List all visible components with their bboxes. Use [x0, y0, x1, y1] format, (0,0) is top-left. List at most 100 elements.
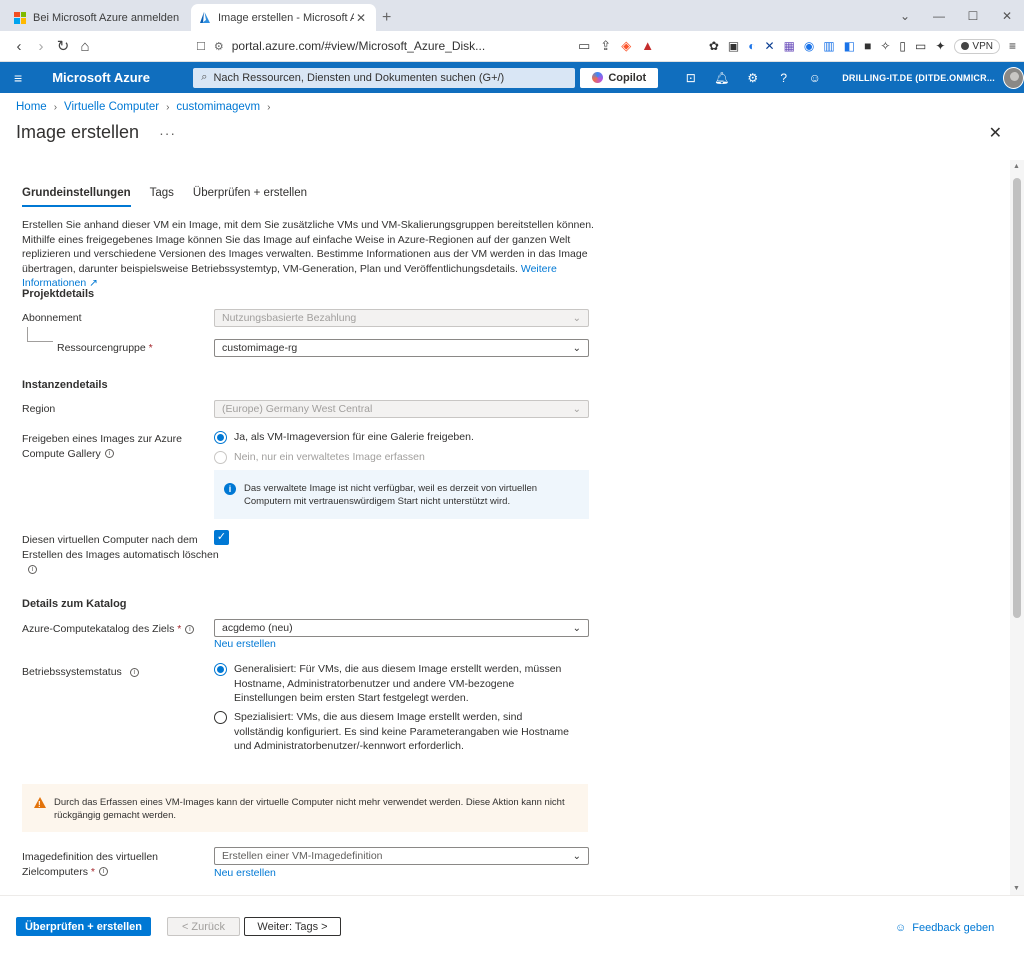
azure-brand[interactable]: Microsoft Azure [36, 70, 193, 85]
subscription-label: Abonnement [22, 312, 82, 324]
tab-list-icon[interactable]: ⌄ [888, 9, 922, 23]
new-tab-icon[interactable]: + [382, 9, 391, 27]
extension-icon[interactable]: ✿ [709, 39, 719, 53]
feedback-link[interactable]: ☺ Feedback geben [895, 922, 994, 934]
azure-top-bar: ≡ Microsoft Azure ⌕ Nach Ressourcen, Die… [0, 62, 1024, 93]
extension-icon[interactable]: ▥ [823, 39, 834, 53]
breadcrumb-virtual-machines[interactable]: Virtuelle Computer [64, 101, 159, 113]
title-row: Image erstellen ··· [16, 122, 176, 143]
breadcrumb-vm[interactable]: customimagevm [176, 101, 260, 113]
brave-shield-icon[interactable]: ◈ [621, 38, 631, 54]
tab-tags[interactable]: Tags [150, 187, 174, 207]
sidebar-icon[interactable]: ▯ [899, 39, 906, 53]
more-options-icon[interactable]: ··· [159, 125, 176, 141]
extension-icon[interactable]: ▦ [784, 39, 795, 53]
url-field[interactable]: ☐ ⚙ portal.azure.com/#view/Microsoft_Azu… [196, 34, 566, 58]
help-icon[interactable]: ? [768, 71, 799, 85]
settings-icon[interactable]: ⚙ [737, 71, 768, 85]
site-info-icon[interactable]: ⚙ [214, 40, 224, 53]
lock-icon[interactable]: ■ [864, 39, 871, 53]
feedback-icon[interactable]: ☺ [799, 71, 830, 85]
chevron-down-icon: ⌄ [572, 622, 581, 634]
radio-unselected[interactable] [214, 711, 227, 724]
search-icon: ⌕ [201, 71, 208, 83]
header-icons: ⊡ 🔔︎ ⚙ ? ☺ [675, 71, 830, 85]
info-icon[interactable]: i [98, 867, 108, 877]
chevron-right-icon: › [267, 101, 271, 113]
image-definition-label: Imagedefinition des virtuellen Zielcompu… [22, 851, 158, 878]
wallet-icon[interactable]: ▭ [915, 39, 926, 53]
cloud-shell-icon[interactable]: ⊡ [675, 71, 706, 85]
share-icon[interactable]: ⇪ [600, 38, 611, 54]
account-directory[interactable]: DRILLING-IT.DE (DITDE.ONMICR... [842, 73, 995, 83]
minimize-icon[interactable]: — [922, 9, 956, 23]
managed-image-info: i Das verwaltete Image ist nicht verfügb… [214, 470, 589, 519]
home-icon[interactable]: ⌂ [74, 38, 96, 55]
rewards-icon[interactable]: ▲ [641, 38, 654, 54]
chevron-down-icon: ⌄ [572, 850, 581, 862]
resource-group-dropdown[interactable]: customimage-rg ⌄ [214, 339, 589, 357]
share-option-no: Nein, nur ein verwaltetes Image erfassen [214, 450, 425, 465]
radio-selected[interactable] [214, 663, 227, 676]
notifications-icon[interactable]: 🔔︎ [706, 71, 737, 85]
share-option-yes[interactable]: Ja, als VM-Imageversion für eine Galerie… [214, 430, 474, 445]
tab-title: Bei Microsoft Azure anmelden [33, 11, 180, 24]
gallery-dropdown[interactable]: acgdemo (neu) ⌄ [214, 619, 589, 637]
avatar[interactable] [1002, 66, 1024, 89]
global-search-input[interactable]: ⌕ Nach Ressourcen, Diensten und Dokument… [193, 67, 576, 88]
microsoft-logo-icon [14, 11, 26, 24]
next-tags-button[interactable]: Weiter: Tags > [244, 917, 341, 936]
vertical-scrollbar[interactable]: ▲ ▼ [1010, 160, 1024, 895]
window-controls: ⌄ — ☐ ✕ [888, 0, 1024, 31]
back-icon[interactable]: ‹ [8, 38, 30, 55]
os-state-specialized[interactable]: Spezialisiert: VMs, die aus diesem Image… [214, 710, 574, 754]
extension-icon[interactable]: ◧ [844, 39, 855, 53]
forward-icon[interactable]: › [30, 38, 52, 55]
portal-menu-icon[interactable]: ≡ [0, 70, 36, 86]
image-definition-create-new-link[interactable]: Neu erstellen [214, 867, 276, 879]
browser-tab-image-create[interactable]: Image erstellen - Microsoft Azure ✕ [191, 4, 376, 31]
address-bar: ‹ › ↻ ⌂ ☐ ⚙ portal.azure.com/#view/Micro… [0, 31, 1024, 62]
scroll-up-icon[interactable]: ▲ [1013, 163, 1020, 170]
vpn-button[interactable]: VPN [954, 38, 1000, 54]
blade-content: Grundeinstellungen Tags Überprüfen + ers… [0, 160, 1010, 895]
bookmark-icon[interactable]: ☐ [196, 40, 206, 53]
radio-selected[interactable] [214, 431, 227, 444]
tab-basics[interactable]: Grundeinstellungen [22, 187, 131, 207]
maximize-icon[interactable]: ☐ [956, 9, 990, 23]
info-icon[interactable]: i [104, 449, 114, 459]
info-icon[interactable]: i [185, 624, 195, 634]
reload-icon[interactable]: ↻ [52, 37, 74, 55]
scroll-thumb[interactable] [1013, 178, 1021, 618]
region-label: Region [22, 403, 56, 415]
close-tab-icon[interactable]: ✕ [354, 11, 368, 25]
info-icon[interactable]: i [129, 667, 139, 677]
leo-icon[interactable]: ✦ [935, 39, 945, 53]
gallery-create-new-link[interactable]: Neu erstellen [214, 638, 276, 650]
gallery-label: Azure-Computekatalog des Ziels * i [22, 622, 195, 637]
extension-icon[interactable]: ▣ [728, 39, 739, 53]
cast-icon[interactable]: ▭ [578, 38, 590, 54]
resource-group-label: Ressourcengruppe * [57, 342, 153, 354]
browser-tab-signin[interactable]: Bei Microsoft Azure anmelden [6, 4, 191, 31]
image-definition-dropdown[interactable]: Erstellen einer VM-Imagedefinition ⌄ [214, 847, 589, 865]
auto-delete-checkbox[interactable]: ✓ [214, 530, 229, 545]
close-blade-icon[interactable]: ✕ [989, 123, 1002, 143]
info-icon[interactable]: i [28, 564, 37, 574]
os-state-generalized[interactable]: Generalisiert: Für VMs, die aus diesem I… [214, 662, 574, 706]
extension-icon[interactable]: ◐ [748, 39, 755, 53]
extension-icon[interactable]: ✕ [765, 39, 775, 53]
azure-logo-icon [199, 11, 211, 24]
breadcrumb-home[interactable]: Home [16, 101, 47, 113]
puzzle-icon[interactable]: ✧ [880, 39, 890, 53]
chevron-right-icon: › [53, 101, 58, 113]
scroll-down-icon[interactable]: ▼ [1013, 885, 1020, 892]
close-window-icon[interactable]: ✕ [990, 9, 1024, 23]
menu-icon[interactable]: ≡ [1009, 39, 1016, 53]
review-create-button[interactable]: Überprüfen + erstellen [16, 917, 151, 936]
copilot-button[interactable]: Copilot [580, 67, 659, 88]
feedback-icon: ☺ [895, 922, 907, 934]
extension-icon[interactable]: ◉ [804, 39, 814, 53]
search-placeholder: Nach Ressourcen, Diensten und Dokumenten… [213, 71, 505, 84]
tab-review-create[interactable]: Überprüfen + erstellen [193, 187, 307, 207]
